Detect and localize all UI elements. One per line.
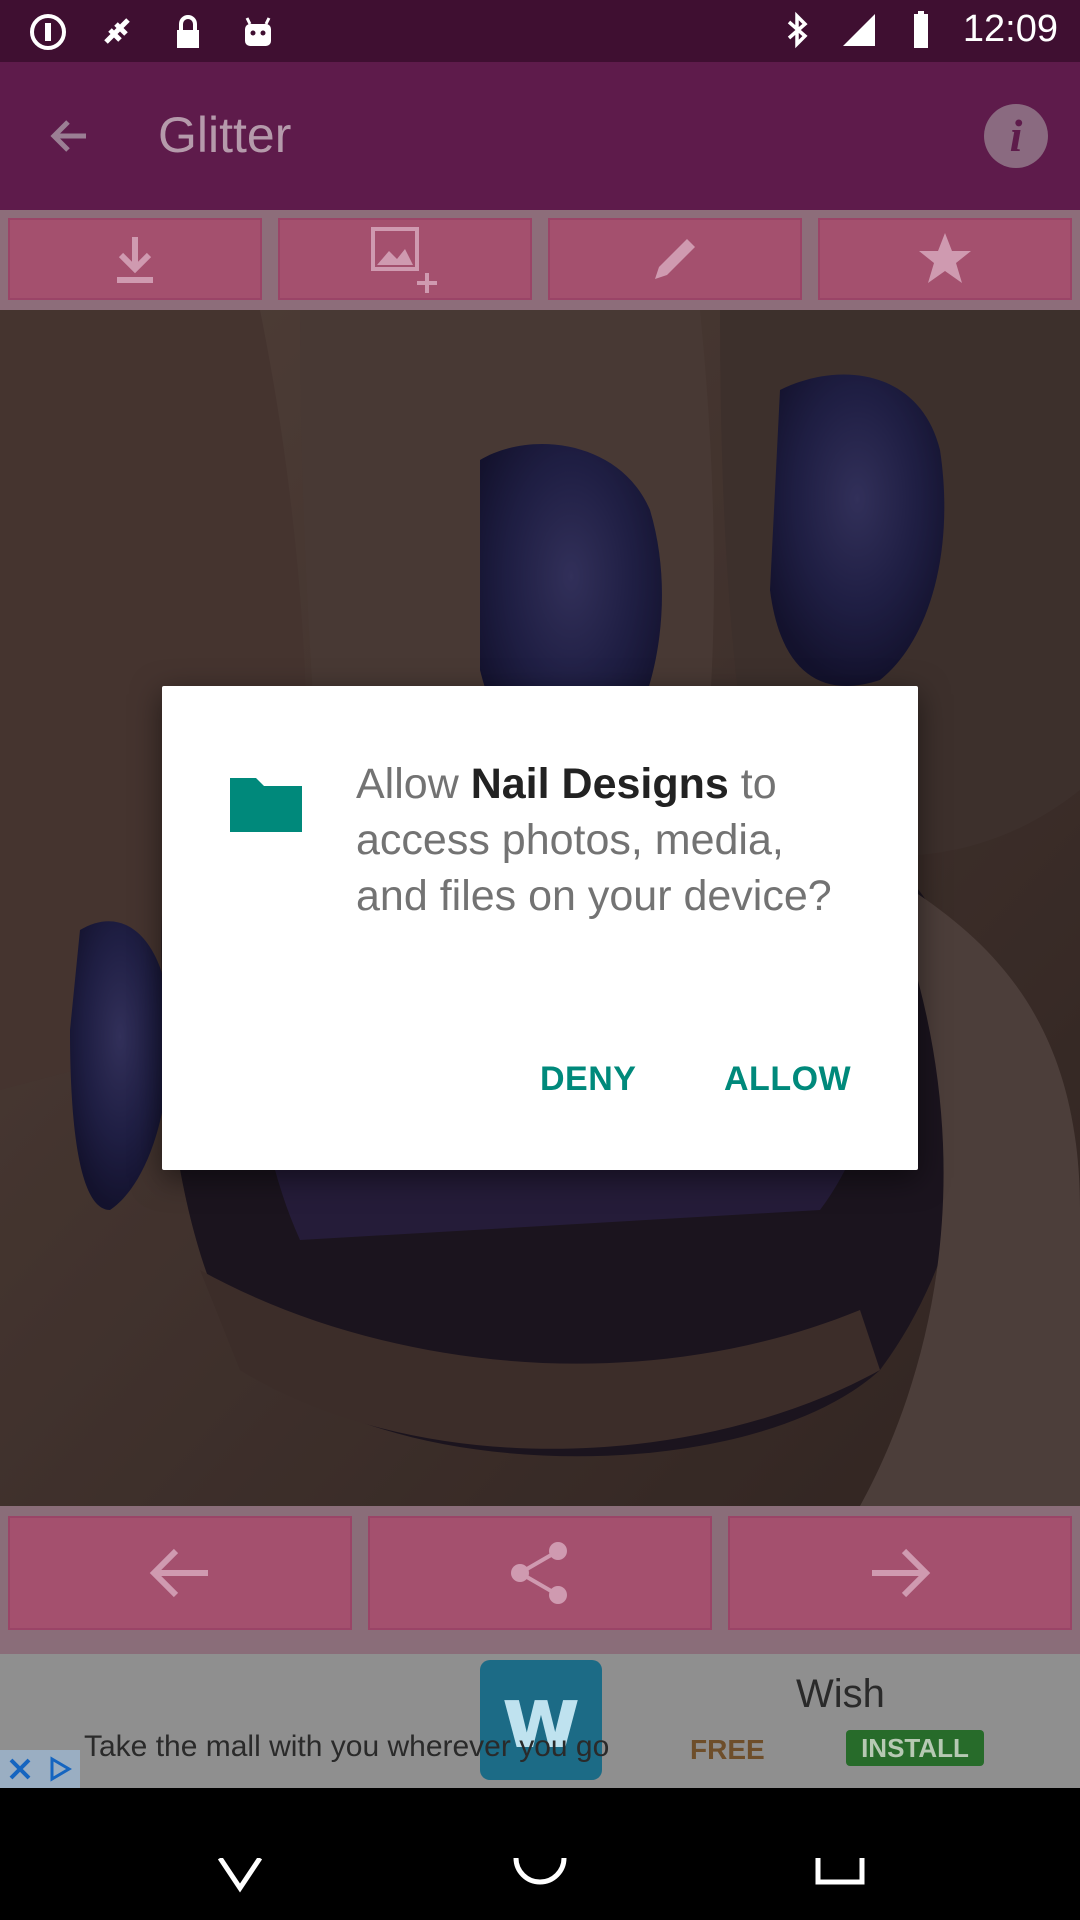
android-icon [245, 17, 271, 46]
lock-icon [177, 15, 199, 48]
status-bar: 12:09 [0, 0, 1080, 62]
arrow-left-icon [149, 1548, 208, 1598]
edit-button[interactable] [548, 218, 802, 300]
satellite-icon [104, 18, 130, 44]
info-button[interactable]: i [984, 104, 1048, 168]
page-title: Glitter [158, 107, 292, 163]
app-name: Nail Designs [470, 760, 729, 808]
bluetooth-icon [787, 11, 808, 48]
system-nav-bar [0, 1788, 1080, 1920]
adchoices-icon [50, 1756, 72, 1782]
app-bar: Glitter i [0, 62, 1080, 210]
ad-banner[interactable]: w Wish Take the mall with you wherever y… [0, 1654, 1080, 1788]
alert-icon [30, 14, 66, 50]
status-time: 12:09 [962, 8, 1058, 50]
deny-button[interactable]: DENY [540, 1060, 636, 1099]
signal-icon [842, 13, 875, 46]
favorite-button[interactable] [818, 218, 1072, 300]
share-button[interactable] [368, 1516, 712, 1630]
nav-back-icon[interactable] [210, 1858, 270, 1908]
ad-brand: Wish [796, 1672, 885, 1716]
download-icon [117, 237, 153, 283]
download-button[interactable] [8, 218, 262, 300]
add-image-icon [371, 227, 437, 293]
message-prefix: Allow [356, 760, 471, 808]
permission-message: Allow Nail Designs to access photos, med… [356, 756, 856, 924]
close-icon [9, 1758, 31, 1780]
allow-button[interactable]: ALLOW [724, 1060, 851, 1099]
arrow-right-icon [872, 1548, 931, 1598]
pencil-icon [655, 239, 695, 279]
nav-recents-icon[interactable] [810, 1858, 870, 1908]
next-button[interactable] [728, 1516, 1072, 1630]
ad-close-button[interactable] [0, 1750, 80, 1788]
nav-home-icon[interactable] [510, 1858, 570, 1908]
image-navigation [0, 1506, 1080, 1654]
ad-free-label: FREE [690, 1734, 765, 1765]
star-icon [919, 233, 971, 283]
folder-icon [230, 778, 302, 832]
set-wallpaper-button[interactable] [278, 218, 532, 300]
battery-icon [913, 10, 928, 48]
ad-install-button[interactable]: INSTALL [846, 1730, 984, 1766]
share-icon [511, 1542, 567, 1604]
ad-tagline: Take the mall with you wherever you go [84, 1730, 610, 1763]
permission-dialog: Allow Nail Designs to access photos, med… [162, 686, 918, 1170]
action-toolbar [0, 210, 1080, 310]
back-arrow-icon[interactable] [44, 110, 96, 162]
previous-button[interactable] [8, 1516, 352, 1630]
